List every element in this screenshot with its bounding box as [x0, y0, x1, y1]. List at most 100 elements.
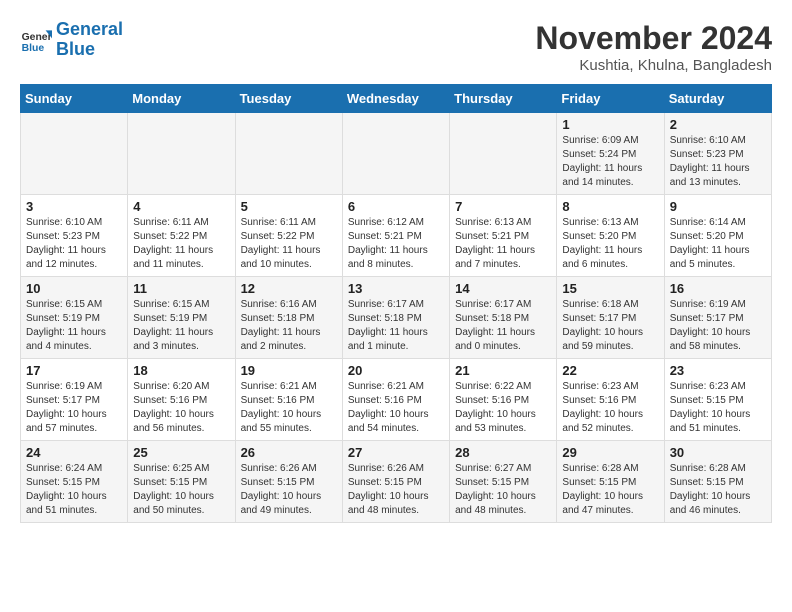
calendar-cell: 3Sunrise: 6:10 AM Sunset: 5:23 PM Daylig… — [21, 195, 128, 277]
svg-text:General: General — [22, 32, 52, 43]
calendar-cell: 25 Sunrise: 6:25 AM Sunset: 5:15 PM Dayli… — [128, 441, 235, 523]
calendar-week-row: 10 Sunrise: 6:15 AM Sunset: 5:19 PM Dayli… — [21, 277, 772, 359]
calendar-cell: 12 Sunrise: 6:16 AM Sunset: 5:18 PM Dayli… — [235, 277, 342, 359]
day-number: 13 — [348, 281, 444, 296]
weekday-header-row: SundayMondayTuesdayWednesdayThursdayFrid… — [21, 85, 772, 113]
day-number: 28 — [455, 445, 551, 460]
calendar-cell: 30 Sunrise: 6:28 AM Sunset: 5:15 PM Dayli… — [664, 441, 771, 523]
page-header: General Blue General Blue November 2024 … — [20, 20, 772, 74]
day-number: 29 — [562, 445, 658, 460]
cell-info: Sunrise: 6:15 AM Sunset: 5:19 PM Dayligh… — [26, 298, 122, 354]
calendar-cell — [128, 113, 235, 195]
calendar-cell: 13 Sunrise: 6:17 AM Sunset: 5:18 PM Dayli… — [342, 277, 449, 359]
day-number: 27 — [348, 445, 444, 460]
calendar-cell: 18 Sunrise: 6:20 AM Sunset: 5:16 PM Dayli… — [128, 359, 235, 441]
location: Kushtia, Khulna, Bangladesh — [535, 57, 772, 74]
cell-info: Sunrise: 6:13 AM Sunset: 5:20 PM Dayligh… — [562, 216, 658, 272]
calendar-cell: 8 Sunrise: 6:13 AM Sunset: 5:20 PM Daylig… — [557, 195, 664, 277]
cell-info: Sunrise: 6:26 AM Sunset: 5:15 PM Dayligh… — [241, 462, 337, 518]
calendar-week-row: 3Sunrise: 6:10 AM Sunset: 5:23 PM Daylig… — [21, 195, 772, 277]
day-number: 17 — [26, 363, 122, 378]
calendar-cell: 22 Sunrise: 6:23 AM Sunset: 5:16 PM Dayli… — [557, 359, 664, 441]
month-title: November 2024 — [535, 20, 772, 57]
cell-info: Sunrise: 6:19 AM Sunset: 5:17 PM Dayligh… — [670, 298, 766, 354]
day-number: 26 — [241, 445, 337, 460]
day-number: 25 — [133, 445, 229, 460]
calendar-cell: 29 Sunrise: 6:28 AM Sunset: 5:15 PM Dayli… — [557, 441, 664, 523]
calendar-cell: 9Sunrise: 6:14 AM Sunset: 5:20 PM Daylig… — [664, 195, 771, 277]
calendar-cell: 20Sunrise: 6:21 AM Sunset: 5:16 PM Dayli… — [342, 359, 449, 441]
cell-info: Sunrise: 6:28 AM Sunset: 5:15 PM Dayligh… — [670, 462, 766, 518]
calendar-cell: 23 Sunrise: 6:23 AM Sunset: 5:15 PM Dayli… — [664, 359, 771, 441]
calendar-week-row: 1 Sunrise: 6:09 AM Sunset: 5:24 PM Daylig… — [21, 113, 772, 195]
day-number: 11 — [133, 281, 229, 296]
day-number: 22 — [562, 363, 658, 378]
day-number: 9 — [670, 199, 766, 214]
cell-info: Sunrise: 6:28 AM Sunset: 5:15 PM Dayligh… — [562, 462, 658, 518]
calendar-cell: 4 Sunrise: 6:11 AM Sunset: 5:22 PM Daylig… — [128, 195, 235, 277]
cell-info: Sunrise: 6:21 AM Sunset: 5:16 PM Dayligh… — [241, 380, 337, 436]
day-number: 10 — [26, 281, 122, 296]
day-number: 23 — [670, 363, 766, 378]
cell-info: Sunrise: 6:23 AM Sunset: 5:16 PM Dayligh… — [562, 380, 658, 436]
cell-info: Sunrise: 6:17 AM Sunset: 5:18 PM Dayligh… — [455, 298, 551, 354]
cell-info: Sunrise: 6:21 AM Sunset: 5:16 PM Dayligh… — [348, 380, 444, 436]
calendar-cell: 11 Sunrise: 6:15 AM Sunset: 5:19 PM Dayli… — [128, 277, 235, 359]
calendar-week-row: 24 Sunrise: 6:24 AM Sunset: 5:15 PM Dayli… — [21, 441, 772, 523]
day-number: 16 — [670, 281, 766, 296]
calendar-cell: 26 Sunrise: 6:26 AM Sunset: 5:15 PM Dayli… — [235, 441, 342, 523]
day-number: 30 — [670, 445, 766, 460]
day-number: 6 — [348, 199, 444, 214]
day-number: 5 — [241, 199, 337, 214]
logo-icon: General Blue — [20, 24, 52, 56]
cell-info: Sunrise: 6:23 AM Sunset: 5:15 PM Dayligh… — [670, 380, 766, 436]
day-number: 19 — [241, 363, 337, 378]
cell-info: Sunrise: 6:20 AM Sunset: 5:16 PM Dayligh… — [133, 380, 229, 436]
calendar-cell: 27Sunrise: 6:26 AM Sunset: 5:15 PM Dayli… — [342, 441, 449, 523]
weekday-header-monday: Monday — [128, 85, 235, 113]
cell-info: Sunrise: 6:15 AM Sunset: 5:19 PM Dayligh… — [133, 298, 229, 354]
cell-info: Sunrise: 6:19 AM Sunset: 5:17 PM Dayligh… — [26, 380, 122, 436]
calendar-cell: 1 Sunrise: 6:09 AM Sunset: 5:24 PM Daylig… — [557, 113, 664, 195]
cell-info: Sunrise: 6:11 AM Sunset: 5:22 PM Dayligh… — [241, 216, 337, 272]
cell-info: Sunrise: 6:18 AM Sunset: 5:17 PM Dayligh… — [562, 298, 658, 354]
weekday-header-wednesday: Wednesday — [342, 85, 449, 113]
weekday-header-thursday: Thursday — [450, 85, 557, 113]
weekday-header-saturday: Saturday — [664, 85, 771, 113]
calendar-cell — [235, 113, 342, 195]
day-number: 8 — [562, 199, 658, 214]
cell-info: Sunrise: 6:27 AM Sunset: 5:15 PM Dayligh… — [455, 462, 551, 518]
cell-info: Sunrise: 6:09 AM Sunset: 5:24 PM Dayligh… — [562, 134, 658, 190]
day-number: 4 — [133, 199, 229, 214]
cell-info: Sunrise: 6:25 AM Sunset: 5:15 PM Dayligh… — [133, 462, 229, 518]
calendar-week-row: 17 Sunrise: 6:19 AM Sunset: 5:17 PM Dayli… — [21, 359, 772, 441]
logo: General Blue General Blue — [20, 20, 123, 60]
calendar-cell — [21, 113, 128, 195]
day-number: 1 — [562, 117, 658, 132]
day-number: 18 — [133, 363, 229, 378]
cell-info: Sunrise: 6:22 AM Sunset: 5:16 PM Dayligh… — [455, 380, 551, 436]
logo-text-line2: Blue — [56, 40, 123, 60]
day-number: 12 — [241, 281, 337, 296]
cell-info: Sunrise: 6:17 AM Sunset: 5:18 PM Dayligh… — [348, 298, 444, 354]
title-block: November 2024 Kushtia, Khulna, Banglades… — [535, 20, 772, 74]
weekday-header-tuesday: Tuesday — [235, 85, 342, 113]
cell-info: Sunrise: 6:24 AM Sunset: 5:15 PM Dayligh… — [26, 462, 122, 518]
cell-info: Sunrise: 6:13 AM Sunset: 5:21 PM Dayligh… — [455, 216, 551, 272]
calendar-cell: 7 Sunrise: 6:13 AM Sunset: 5:21 PM Daylig… — [450, 195, 557, 277]
calendar-cell: 16 Sunrise: 6:19 AM Sunset: 5:17 PM Dayli… — [664, 277, 771, 359]
day-number: 21 — [455, 363, 551, 378]
day-number: 14 — [455, 281, 551, 296]
cell-info: Sunrise: 6:12 AM Sunset: 5:21 PM Dayligh… — [348, 216, 444, 272]
svg-text:Blue: Blue — [22, 43, 45, 54]
cell-info: Sunrise: 6:11 AM Sunset: 5:22 PM Dayligh… — [133, 216, 229, 272]
day-number: 7 — [455, 199, 551, 214]
calendar-cell: 21 Sunrise: 6:22 AM Sunset: 5:16 PM Dayli… — [450, 359, 557, 441]
calendar-cell: 2Sunrise: 6:10 AM Sunset: 5:23 PM Daylig… — [664, 113, 771, 195]
day-number: 24 — [26, 445, 122, 460]
cell-info: Sunrise: 6:16 AM Sunset: 5:18 PM Dayligh… — [241, 298, 337, 354]
calendar-cell — [342, 113, 449, 195]
calendar-cell: 5 Sunrise: 6:11 AM Sunset: 5:22 PM Daylig… — [235, 195, 342, 277]
weekday-header-friday: Friday — [557, 85, 664, 113]
cell-info: Sunrise: 6:10 AM Sunset: 5:23 PM Dayligh… — [670, 134, 766, 190]
